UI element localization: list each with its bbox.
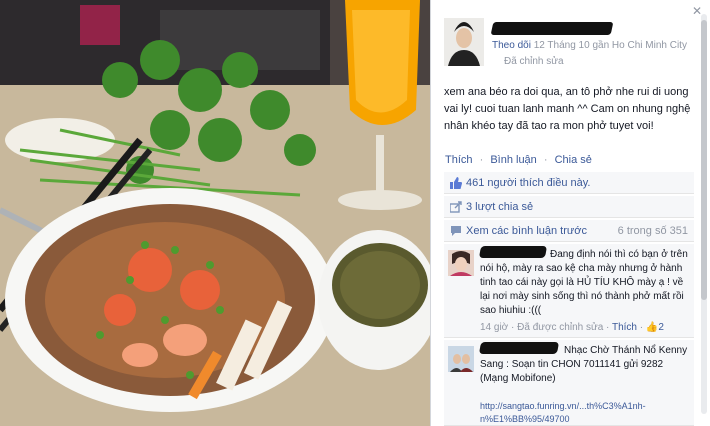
author-avatar[interactable]: [444, 18, 484, 66]
post-date[interactable]: 12 Tháng 10 gần Ho Chi Minh City: [534, 40, 687, 51]
meta-separator: ·: [639, 322, 644, 333]
author-name-redacted: [490, 22, 614, 35]
comment-item: Nhạc Chờ Thánh Nổ Kenny Sang : Soạn tin …: [444, 340, 694, 426]
post-photo[interactable]: [0, 0, 430, 426]
commenter-avatar-image: [448, 346, 474, 372]
post-actions: Thích · Bình luận · Chia sẻ: [445, 154, 596, 166]
speech-bubble-icon: [451, 226, 461, 236]
thumbs-up-icon: [450, 177, 462, 189]
comment-link[interactable]: http://sangtao.funring.vn/...th%C3%A1nh-…: [480, 400, 646, 426]
post-header: Theo dõi 12 Tháng 10 gần Ho Chi Minh Cit…: [444, 18, 687, 70]
comment-action[interactable]: Bình luận: [490, 154, 536, 166]
comment-body: Nhạc Chờ Thánh Nổ Kenny Sang : Soạn tin …: [480, 345, 688, 384]
meta-separator: ·: [511, 322, 515, 333]
commenter-avatar[interactable]: [448, 250, 474, 276]
post-body: xem ana béo ra doi qua, an tô phở nhe ru…: [444, 86, 691, 132]
thumbs-up-icon: 👍: [645, 322, 659, 333]
comment-like-count[interactable]: 👍2: [646, 322, 664, 333]
shares-row: 3 lượt chia sẻ: [444, 196, 694, 218]
like-action[interactable]: Thích: [445, 154, 473, 166]
likes-row: 461 người thích điều này.: [444, 172, 694, 194]
likes-count[interactable]: 461: [466, 177, 484, 189]
follow-link[interactable]: Theo dõi: [492, 40, 531, 51]
comment-like-link[interactable]: Thích: [612, 322, 637, 333]
share-icon: [450, 201, 462, 213]
share-action[interactable]: Chia sẻ: [555, 154, 592, 166]
action-separator: ·: [479, 154, 484, 166]
comment-link-line1[interactable]: http://sangtao.funring.vn/...th%C3%A1nh-: [480, 400, 646, 413]
comment-counter: 6 trong số 351: [617, 225, 688, 237]
commenter-avatar-image: [448, 250, 474, 276]
comment-time[interactable]: 14 giờ: [480, 322, 508, 333]
shares-text[interactable]: 3 lượt chia sẻ: [466, 201, 533, 213]
edited-label[interactable]: Đã chỉnh sửa: [504, 56, 564, 67]
comment-edited[interactable]: Đã được chỉnh sửa: [517, 322, 603, 333]
panel-scroll-thumb[interactable]: [701, 20, 707, 300]
comment-meta: 14 giờ · Đã được chỉnh sửa · Thích · 👍2: [480, 322, 664, 333]
comment-link-line2[interactable]: n%E1%BB%95/49700: [480, 413, 646, 426]
commenter-avatar[interactable]: [448, 346, 474, 372]
previous-comments-row: Xem các bình luận trước 6 trong số 351: [444, 220, 694, 242]
edited-label-text: Đã chỉnh sửa: [504, 56, 564, 67]
action-separator: ·: [543, 154, 548, 166]
post-meta: Theo dõi 12 Tháng 10 gần Ho Chi Minh Cit…: [492, 40, 687, 51]
view-previous-comments[interactable]: Xem các bình luận trước: [466, 225, 587, 237]
comment-body: Đang định nói thì có bạn ở trên nói hộ, …: [480, 249, 688, 316]
meta-separator: ·: [606, 322, 610, 333]
comment-like-number: 2: [658, 322, 664, 333]
author-avatar-image: [444, 18, 484, 66]
likes-text[interactable]: người thích điều này.: [487, 177, 590, 189]
comment-item: Đang định nói thì có bạn ở trên nói hộ, …: [444, 244, 694, 338]
photo-illustration: [0, 0, 430, 426]
